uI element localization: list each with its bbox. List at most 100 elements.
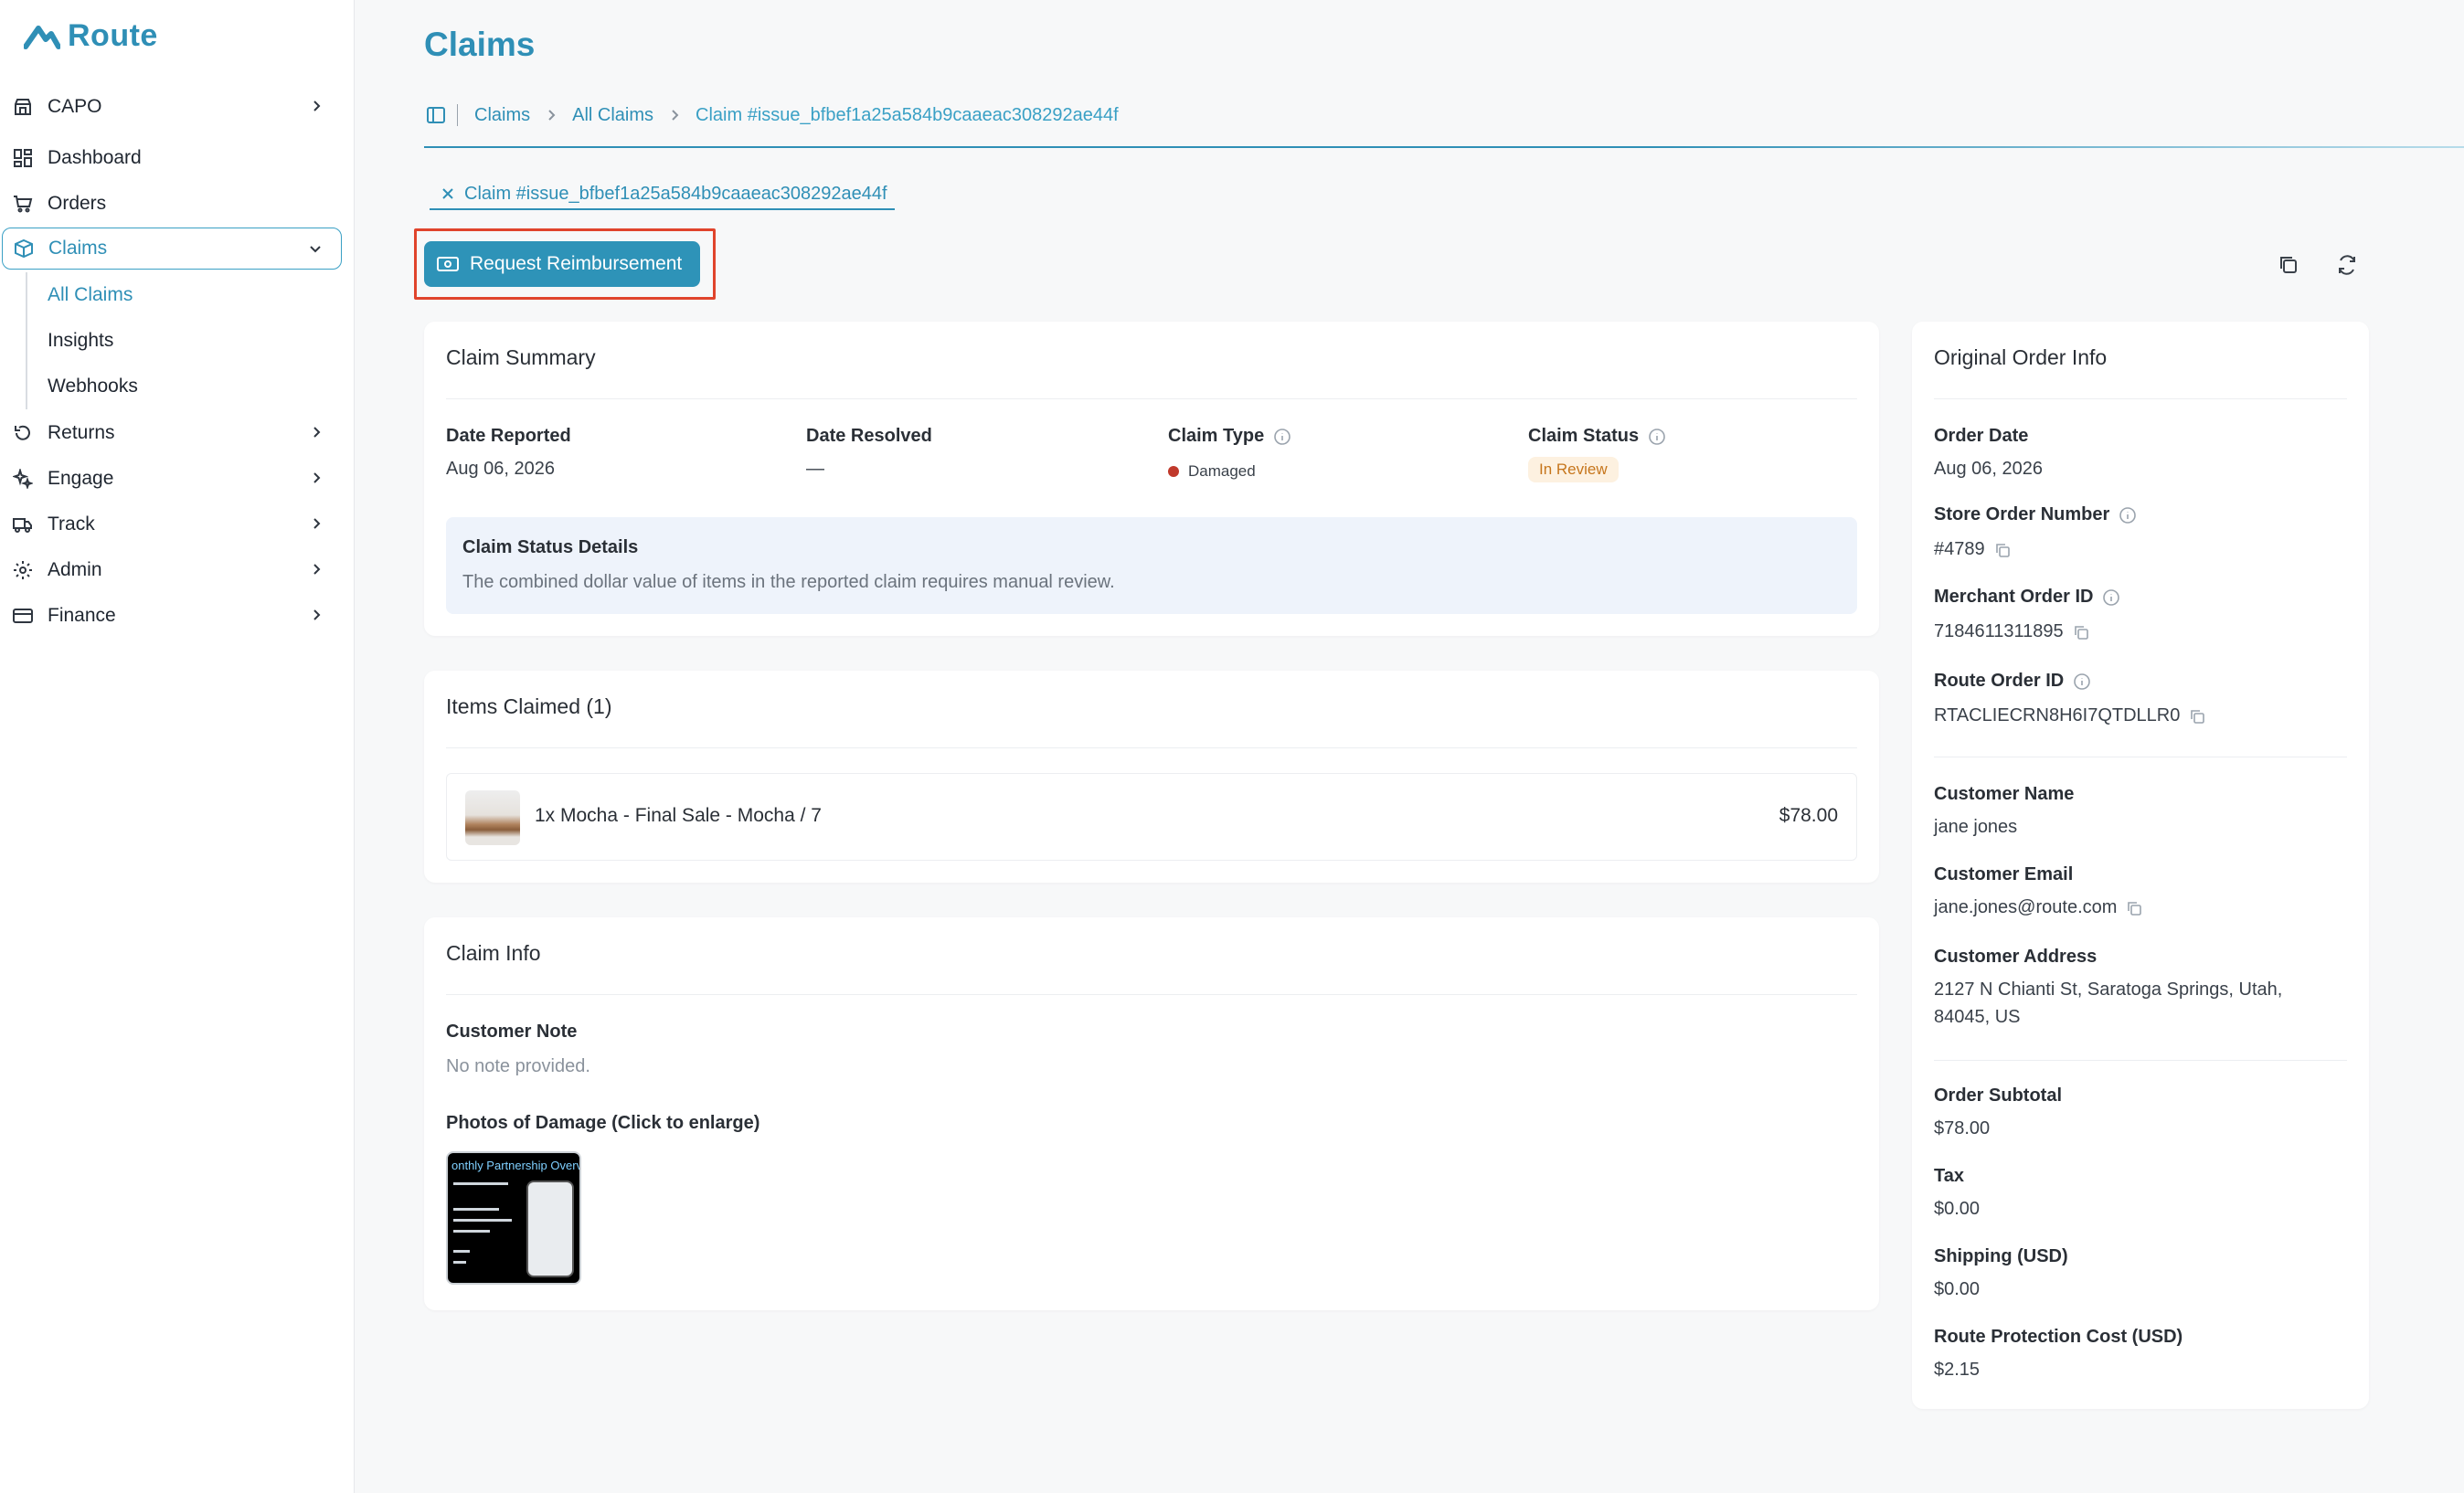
info-icon[interactable] [1648,428,1666,446]
order-date-value: Aug 06, 2026 [1934,459,2043,479]
sidebar-item-claims[interactable]: Claims [2,228,342,270]
breadcrumb-all-claims[interactable]: All Claims [572,105,653,126]
claim-status-value: In Review [1528,457,1619,482]
breadcrumb-current-claim: Claim #issue_bfbef1a25a584b9caaeac308292… [696,104,1119,125]
sidebar-toggle-icon[interactable] [426,105,446,125]
refresh-icon [2339,255,2355,275]
original-order-info-card: Original Order Info Order Date Aug 06, 2… [1912,322,2369,1409]
route-protection-label: Route Protection Cost (USD) [1934,1327,2183,1347]
store-order-number-label: Store Order Number [1934,504,2137,525]
photo-line [453,1208,499,1211]
sidebar-subitem-all-claims[interactable]: All Claims [48,277,133,313]
phone-screenshot [526,1181,574,1277]
date-reported-value: Aug 06, 2026 [446,459,555,479]
chevron-right-icon [313,101,321,111]
store-order-number-value: #4789 [1934,539,2011,560]
customer-name-value: jane jones [1934,817,2018,837]
claim-type-text: Damaged [1188,462,1256,480]
list-item[interactable]: 1x Mocha - Final Sale - Mocha / 7 $78.00 [446,773,1857,861]
sidebar-item-label: Engage [48,468,114,489]
claim-status-details-box: Claim Status Details The combined dollar… [446,517,1857,614]
tab-claim[interactable]: Claim #issue_bfbef1a25a584b9caaeac308292… [430,183,895,210]
item-price: $78.00 [1779,805,1838,826]
card-title: Original Order Info [1934,345,2108,369]
copy-icon[interactable] [2073,624,2089,641]
close-icon[interactable] [441,186,455,201]
request-reimbursement-label: Request Reimbursement [470,253,683,274]
status-badge: In Review [1528,457,1619,482]
sidebar-item-orders[interactable]: Orders [13,183,342,225]
sparkle-icon [13,469,33,489]
info-icon[interactable] [2073,672,2091,691]
info-icon[interactable] [2102,588,2120,607]
customer-address-line1: 2127 N Chianti St, Saratoga Springs, Uta… [1934,979,2283,1000]
label-text: Merchant Order ID [1934,587,2094,607]
label-text: Claim Status [1528,426,1640,446]
date-reported-label: Date Reported [446,426,571,447]
request-reimbursement-button[interactable]: Request Reimbursement [424,241,700,287]
info-icon[interactable] [1273,428,1291,446]
card-title: Items Claimed (1) [446,694,612,718]
breadcrumb: Claims All Claims Claim #issue_bfbef1a25… [426,104,1119,126]
store-icon [13,97,33,117]
copy-icon[interactable] [1994,542,2011,558]
card-title: Claim Info [446,941,541,965]
breadcrumb-divider [457,104,458,126]
sidebar-subitem-webhooks[interactable]: Webhooks [48,368,138,405]
chevron-right-icon [313,518,321,529]
sidebar-item-returns[interactable]: Returns [13,412,342,454]
info-icon[interactable] [2119,506,2137,524]
chevron-down-icon [310,246,321,253]
returns-icon [13,423,33,443]
photo-line [453,1230,490,1233]
copy-icon [2280,257,2297,273]
status-details-text: The combined dollar value of items in th… [462,572,1115,592]
sidebar-item-engage[interactable]: Engage [13,458,342,500]
label-text: Route Order ID [1934,671,2065,691]
tax-label: Tax [1934,1166,1964,1186]
value-text: RTACLIECRN8H6I7QTDLLR0 [1934,705,2181,725]
card-divider [1934,398,2347,399]
card-title: Claim Summary [446,345,596,369]
refresh-button[interactable] [2329,247,2365,283]
submenu-guide-line [26,272,27,409]
cart-icon [13,194,33,214]
header-divider [424,146,2464,148]
tab-label: Claim #issue_bfbef1a25a584b9caaeac308292… [464,183,887,204]
sidebar-subitem-insights[interactable]: Insights [48,323,113,359]
route-logo[interactable]: Route [24,18,158,54]
sidebar-item-admin[interactable]: Admin [13,549,342,591]
order-subtotal-label: Order Subtotal [1934,1085,2063,1106]
logo-text: Route [68,18,158,53]
copy-button[interactable] [2270,247,2307,283]
copy-icon[interactable] [2189,708,2205,725]
page-title: Claims [424,26,536,63]
chevron-right-icon [313,472,321,483]
sidebar-item-label: Returns [48,422,115,443]
damage-photo-thumbnail[interactable]: onthly Partnership Overview [446,1151,581,1285]
copy-icon[interactable] [2126,900,2142,916]
sidebar-item-track[interactable]: Track [13,503,342,545]
route-order-id-label: Route Order ID [1934,671,2091,692]
store-selector[interactable]: CAPO [13,86,342,128]
sidebar-item-label: Admin [48,559,102,580]
damaged-status-dot [1168,466,1179,477]
status-details-title: Claim Status Details [462,537,639,557]
items-claimed-card: Items Claimed (1) 1x Mocha - Final Sale … [424,671,1879,883]
photos-label: Photos of Damage (Click to enlarge) [446,1113,760,1133]
section-divider [1934,1060,2347,1061]
label-text: Date Reported [446,426,571,446]
sidebar: Route CAPO Dashboard Orders Claims All C… [0,0,355,1493]
sidebar-item-finance[interactable]: Finance [13,595,342,637]
customer-address-label: Customer Address [1934,947,2098,967]
card-divider [446,747,1857,748]
sidebar-item-dashboard[interactable]: Dashboard [13,137,342,179]
merchant-order-id-value: 7184611311895 [1934,621,2089,642]
label-text: Store Order Number [1934,504,2110,524]
breadcrumb-claims[interactable]: Claims [474,105,530,126]
value-text: #4789 [1934,539,1985,559]
chevron-right-icon [548,110,556,121]
shipping-value: $0.00 [1934,1279,1981,1299]
date-resolved-label: Date Resolved [806,426,932,447]
chevron-right-icon [313,427,321,438]
